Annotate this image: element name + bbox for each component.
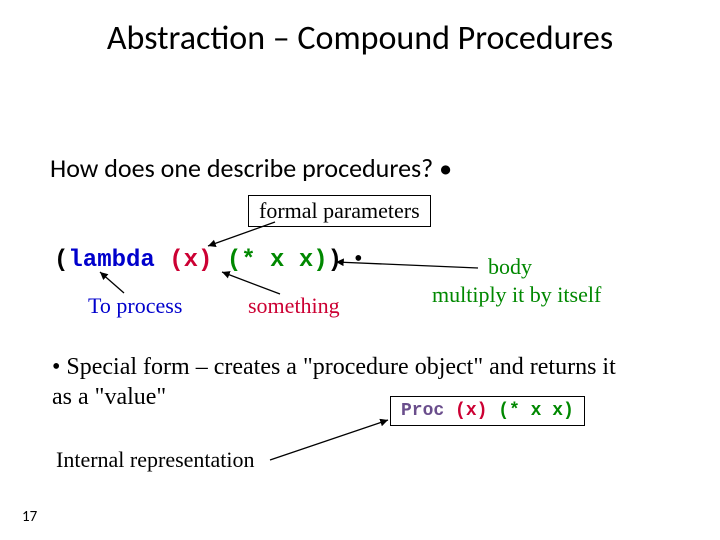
lambda-code: (lambda (x) (* x x)) • bbox=[54, 246, 362, 274]
proc-params: (x) bbox=[444, 401, 487, 421]
close-paren: ) bbox=[328, 247, 342, 274]
to-process-label: To process bbox=[88, 293, 182, 319]
proc-body: (* x x) bbox=[487, 401, 573, 421]
open-paren: ( bbox=[54, 247, 68, 274]
internal-representation-label: Internal representation bbox=[56, 447, 255, 473]
proc-object-box: Proc (x) (* x x) bbox=[390, 396, 585, 426]
code-bullet: • bbox=[342, 246, 362, 272]
formal-parameters-box: formal parameters bbox=[248, 195, 431, 227]
proc-keyword: Proc bbox=[401, 401, 444, 421]
lambda-keyword: lambda bbox=[68, 247, 154, 274]
params-segment: (x) bbox=[155, 247, 213, 274]
slide-title: Abstraction – Compound Procedures bbox=[0, 18, 720, 59]
body-segment: (* x x) bbox=[212, 247, 327, 274]
multiply-label: multiply it by itself bbox=[432, 282, 601, 308]
page-number: 17 bbox=[22, 508, 37, 526]
subtitle-line: How does one describe procedures? • bbox=[50, 152, 452, 184]
body-label: body bbox=[488, 254, 532, 280]
something-label: something bbox=[248, 293, 340, 319]
